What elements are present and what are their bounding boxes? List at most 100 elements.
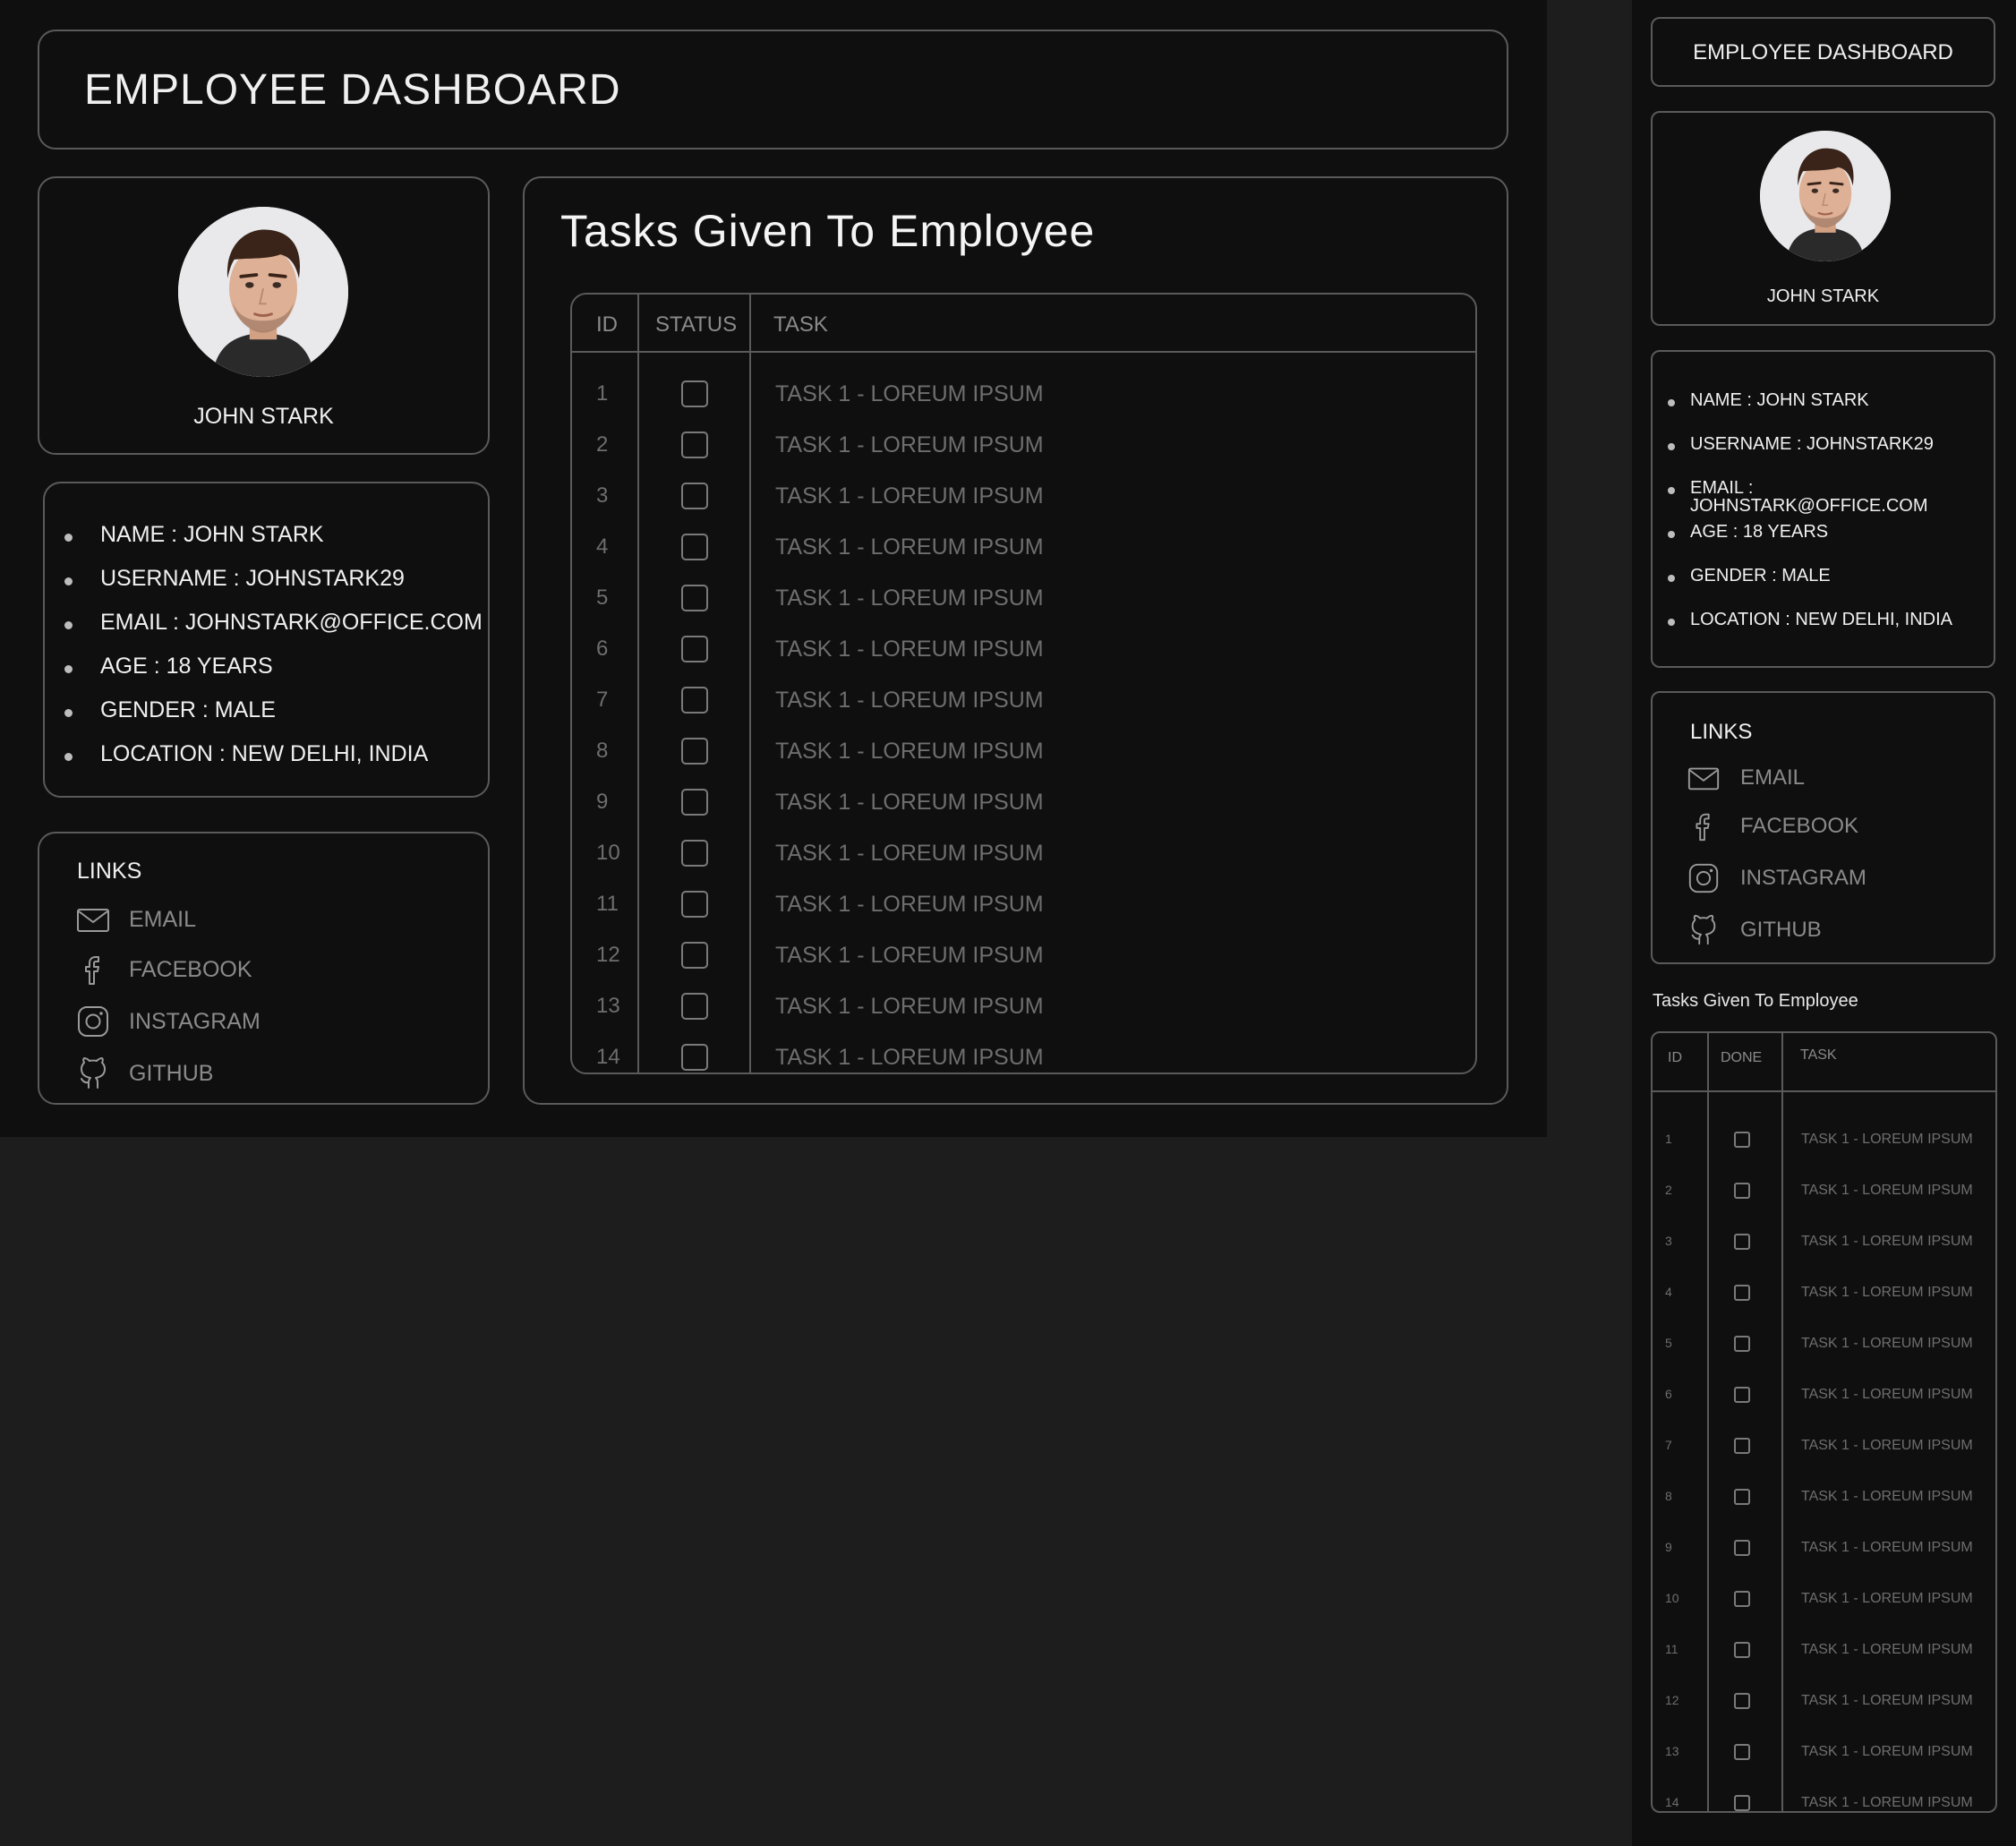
table-header: ID DONE TASK bbox=[1653, 1033, 1995, 1092]
status-checkbox[interactable] bbox=[681, 738, 708, 765]
table-row: 4 TASK 1 - LOREUM IPSUM bbox=[1653, 1268, 1995, 1319]
link-instagram[interactable]: INSTAGRAM bbox=[75, 1004, 261, 1039]
task-label: TASK 1 - LOREUM IPSUM bbox=[775, 637, 1044, 662]
link-facebook-label: FACEBOOK bbox=[129, 956, 252, 982]
avatar bbox=[1760, 131, 1891, 261]
link-github-label: GITHUB bbox=[1740, 918, 1822, 942]
table-row: 8 TASK 1 - LOREUM IPSUM bbox=[1653, 1472, 1995, 1523]
link-github[interactable]: GITHUB bbox=[75, 1055, 213, 1091]
status-checkbox[interactable] bbox=[681, 585, 708, 611]
table-row: 11 TASK 1 - LOREUM IPSUM bbox=[1653, 1625, 1995, 1676]
link-email[interactable]: EMAIL bbox=[75, 902, 196, 937]
link-email[interactable]: EMAIL bbox=[1687, 761, 1805, 795]
detail-age: AGE : 18 YEARS bbox=[1668, 523, 1994, 567]
status-checkbox[interactable] bbox=[681, 942, 708, 969]
status-checkbox[interactable] bbox=[1734, 1387, 1750, 1403]
detail-gender: GENDER : MALE bbox=[1668, 567, 1994, 611]
detail-name: NAME : JOHN STARK bbox=[1668, 391, 1994, 435]
profile-card: JOHN STARK bbox=[38, 176, 490, 455]
task-label: TASK 1 - LOREUM IPSUM bbox=[1801, 1285, 1973, 1300]
status-checkbox[interactable] bbox=[1734, 1336, 1750, 1352]
link-facebook[interactable]: FACEBOOK bbox=[75, 952, 252, 987]
task-label: TASK 1 - LOREUM IPSUM bbox=[775, 1045, 1044, 1070]
table-row: 13 TASK 1 - LOREUM IPSUM bbox=[1653, 1727, 1995, 1778]
task-id: 12 bbox=[596, 943, 620, 967]
status-checkbox[interactable] bbox=[681, 636, 708, 662]
tasks-title: Tasks Given To Employee bbox=[560, 206, 1096, 256]
task-label: TASK 1 - LOREUM IPSUM bbox=[775, 688, 1044, 713]
link-github[interactable]: GITHUB bbox=[1687, 913, 1822, 947]
task-label: TASK 1 - LOREUM IPSUM bbox=[775, 892, 1044, 917]
task-label: TASK 1 - LOREUM IPSUM bbox=[1801, 1744, 1973, 1759]
table-row: 1 TASK 1 - LOREUM IPSUM bbox=[1653, 1115, 1995, 1166]
mail-icon bbox=[1687, 761, 1721, 795]
status-checkbox[interactable] bbox=[1734, 1489, 1750, 1505]
task-id: 14 bbox=[1665, 1795, 1679, 1809]
table-row: 12 TASK 1 - LOREUM IPSUM bbox=[572, 929, 1475, 980]
table-row: 8 TASK 1 - LOREUM IPSUM bbox=[572, 725, 1475, 776]
task-label: TASK 1 - LOREUM IPSUM bbox=[775, 943, 1044, 968]
task-id: 6 bbox=[1665, 1387, 1672, 1401]
table-row: 11 TASK 1 - LOREUM IPSUM bbox=[572, 878, 1475, 929]
status-checkbox[interactable] bbox=[681, 432, 708, 458]
status-checkbox[interactable] bbox=[681, 380, 708, 407]
col-id: ID bbox=[1668, 1050, 1682, 1065]
task-id: 10 bbox=[1665, 1591, 1679, 1605]
mobile-tasks-table: ID DONE TASK 1 TASK 1 - LOREUM IPSUM 2 TASK… bbox=[1651, 1031, 1997, 1813]
task-id: 14 bbox=[596, 1045, 620, 1069]
task-label: TASK 1 - LOREUM IPSUM bbox=[1801, 1642, 1973, 1657]
col-status: STATUS bbox=[655, 312, 738, 337]
status-checkbox[interactable] bbox=[1734, 1183, 1750, 1199]
status-checkbox[interactable] bbox=[1734, 1642, 1750, 1658]
details-card: NAME : JOHN STARK USERNAME : JOHNSTARK29… bbox=[43, 482, 490, 798]
link-instagram-label: INSTAGRAM bbox=[1740, 866, 1867, 890]
status-checkbox[interactable] bbox=[681, 789, 708, 816]
status-checkbox[interactable] bbox=[681, 534, 708, 560]
link-email-label: EMAIL bbox=[129, 906, 197, 932]
status-checkbox[interactable] bbox=[681, 1044, 708, 1071]
mobile-header: EMPLOYEE DASHBOARD bbox=[1651, 17, 1995, 87]
profile-name: JOHN STARK bbox=[193, 404, 334, 429]
status-checkbox[interactable] bbox=[681, 483, 708, 509]
avatar bbox=[178, 207, 348, 377]
status-checkbox[interactable] bbox=[681, 993, 708, 1020]
status-checkbox[interactable] bbox=[1734, 1795, 1750, 1811]
task-id: 1 bbox=[596, 381, 609, 406]
task-label: TASK 1 - LOREUM IPSUM bbox=[775, 841, 1044, 866]
status-checkbox[interactable] bbox=[681, 891, 708, 918]
status-checkbox[interactable] bbox=[1734, 1438, 1750, 1454]
status-checkbox[interactable] bbox=[1734, 1132, 1750, 1148]
table-row: 3 TASK 1 - LOREUM IPSUM bbox=[572, 470, 1475, 521]
task-label: TASK 1 - LOREUM IPSUM bbox=[775, 739, 1044, 764]
mobile-details-list: NAME : JOHN STARK USERNAME : JOHNSTARK29… bbox=[1668, 391, 1994, 654]
task-id: 4 bbox=[1665, 1285, 1672, 1299]
detail-email: EMAIL : JOHNSTARK@OFFICE.COM bbox=[1668, 479, 1994, 523]
task-id: 7 bbox=[1665, 1438, 1672, 1452]
link-instagram[interactable]: INSTAGRAM bbox=[1687, 861, 1867, 895]
status-checkbox[interactable] bbox=[1734, 1591, 1750, 1607]
task-label: TASK 1 - LOREUM IPSUM bbox=[1801, 1132, 1973, 1147]
table-row: 14 TASK 1 - LOREUM IPSUM bbox=[1653, 1778, 1995, 1811]
status-checkbox[interactable] bbox=[1734, 1234, 1750, 1250]
table-row: 13 TASK 1 - LOREUM IPSUM bbox=[572, 980, 1475, 1031]
table-row: 9 TASK 1 - LOREUM IPSUM bbox=[1653, 1523, 1995, 1574]
mobile-profile-card: JOHN STARK bbox=[1651, 111, 1995, 326]
status-checkbox[interactable] bbox=[1734, 1744, 1750, 1760]
task-id: 13 bbox=[596, 994, 620, 1018]
status-checkbox[interactable] bbox=[681, 840, 708, 867]
status-checkbox[interactable] bbox=[1734, 1285, 1750, 1301]
link-facebook[interactable]: FACEBOOK bbox=[1687, 809, 1858, 843]
table-row: 2 TASK 1 - LOREUM IPSUM bbox=[572, 419, 1475, 470]
table-row: 14 TASK 1 - LOREUM IPSUM bbox=[572, 1031, 1475, 1073]
task-label: TASK 1 - LOREUM IPSUM bbox=[775, 994, 1044, 1019]
task-id: 9 bbox=[1665, 1540, 1672, 1554]
detail-email: EMAIL : JOHNSTARK@OFFICE.COM bbox=[64, 611, 483, 654]
table-row: 10 TASK 1 - LOREUM IPSUM bbox=[1653, 1574, 1995, 1625]
status-checkbox[interactable] bbox=[1734, 1540, 1750, 1556]
status-checkbox[interactable] bbox=[1734, 1693, 1750, 1709]
mail-icon bbox=[75, 902, 111, 937]
task-id: 5 bbox=[1665, 1336, 1672, 1350]
col-task: TASK bbox=[773, 312, 828, 337]
link-facebook-label: FACEBOOK bbox=[1740, 814, 1859, 838]
status-checkbox[interactable] bbox=[681, 687, 708, 714]
